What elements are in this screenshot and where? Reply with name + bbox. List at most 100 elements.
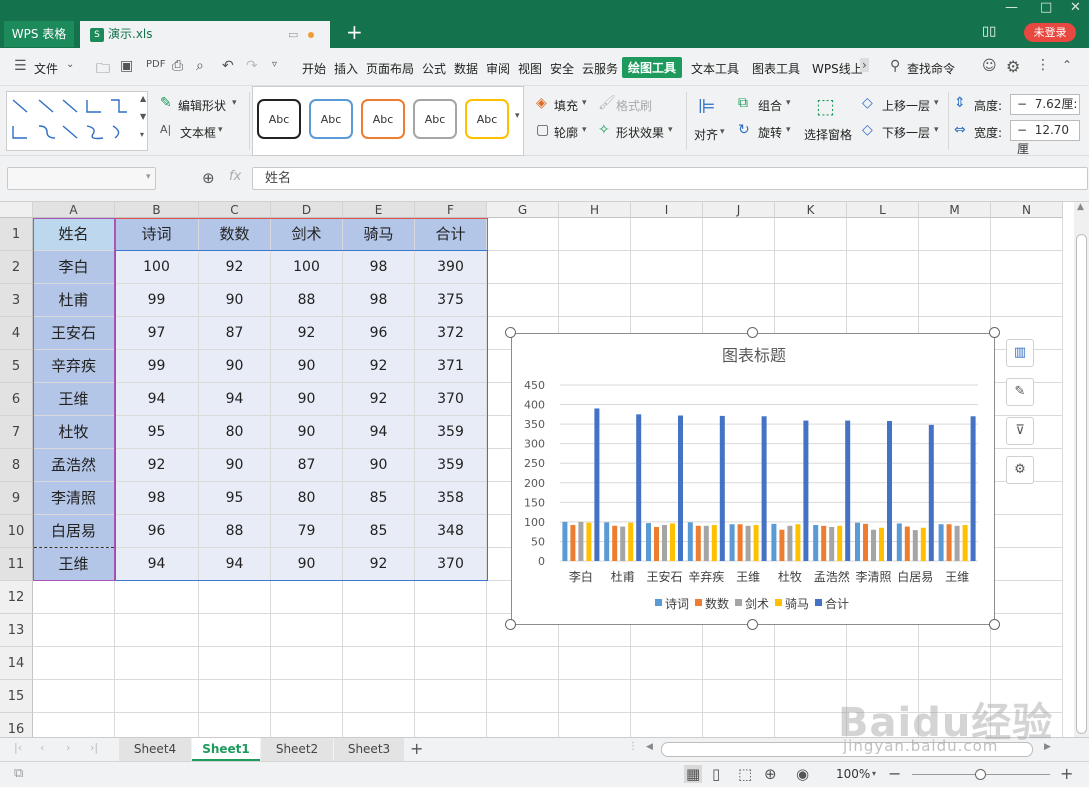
group-button[interactable]: 组合 — [758, 97, 782, 114]
scroll-up-icon[interactable]: ▲ — [140, 94, 146, 103]
bar-数数[interactable] — [612, 525, 618, 561]
column-header[interactable]: G — [487, 202, 559, 218]
menu-item-wps-online[interactable]: WPS线上 — [812, 60, 863, 77]
collapse-ribbon-icon[interactable]: ⌃ — [1062, 58, 1072, 72]
edit-shape-icon[interactable]: ✎ — [160, 95, 172, 111]
sheet-tab-sheet1[interactable]: Sheet1 — [192, 738, 260, 761]
align-icon[interactable]: ⊫ — [698, 94, 715, 118]
row-header[interactable]: 16 — [0, 713, 33, 737]
zoom-dropdown-icon[interactable]: ▾ — [872, 769, 876, 778]
empty-cell[interactable] — [775, 284, 847, 317]
empty-cell[interactable] — [703, 251, 775, 284]
normal-view-icon[interactable]: ▦ — [684, 765, 703, 783]
bar-数数[interactable] — [779, 529, 785, 561]
empty-cell[interactable] — [271, 713, 343, 737]
column-header[interactable]: F — [415, 202, 487, 218]
row-header[interactable]: 1 — [0, 218, 33, 251]
chevron-down-icon[interactable]: ⌄ — [66, 59, 74, 70]
empty-cell[interactable] — [487, 218, 559, 251]
fill-dropdown-icon[interactable]: ▾ — [582, 98, 587, 108]
value-cell[interactable]: 94 — [115, 548, 199, 581]
value-cell[interactable]: 97 — [115, 317, 199, 350]
empty-cell[interactable] — [343, 581, 415, 614]
search-command[interactable]: 查找命令 — [907, 60, 955, 77]
search-icon[interactable]: ⚲ — [890, 58, 900, 74]
value-cell[interactable]: 87 — [199, 317, 271, 350]
chart-filter-icon[interactable]: ⊽ — [1006, 417, 1034, 445]
value-cell[interactable]: 90 — [199, 449, 271, 482]
empty-cell[interactable] — [115, 581, 199, 614]
legend-label[interactable]: 数数 — [705, 596, 729, 611]
row-header[interactable]: 7 — [0, 416, 33, 449]
empty-cell[interactable] — [487, 251, 559, 284]
edit-shape-dropdown-icon[interactable]: ▾ — [232, 98, 237, 108]
rotate-dropdown-icon[interactable]: ▾ — [786, 125, 791, 135]
x-tick-label[interactable]: 王安石 — [646, 569, 682, 584]
value-cell[interactable]: 92 — [271, 317, 343, 350]
empty-cell[interactable] — [559, 251, 631, 284]
column-header[interactable]: N — [991, 202, 1063, 218]
first-sheet-icon[interactable]: |‹ — [14, 741, 22, 754]
bar-剑术[interactable] — [703, 525, 709, 561]
value-cell[interactable]: 98 — [343, 284, 415, 317]
align-dropdown-icon[interactable]: ▾ — [720, 127, 725, 137]
style-gallery-more-icon[interactable]: ▾ — [515, 111, 520, 121]
chart-settings-gear-icon[interactable]: ⚙ — [1006, 456, 1034, 484]
y-tick-label[interactable]: 0 — [538, 555, 545, 568]
column-header[interactable]: C — [199, 202, 271, 218]
app-tab[interactable]: WPS 表格 — [4, 21, 74, 47]
name-cell[interactable]: 杜甫 — [33, 284, 115, 317]
textbox-button[interactable]: 文本框 — [180, 124, 216, 141]
rotate-button[interactable]: 旋转 — [758, 124, 782, 141]
empty-cell[interactable] — [33, 614, 115, 647]
empty-cell[interactable] — [487, 680, 559, 713]
bar-合计[interactable] — [594, 408, 600, 561]
column-header[interactable]: M — [919, 202, 991, 218]
bar-合计[interactable] — [803, 420, 809, 561]
chevron-right-icon[interactable]: › — [860, 58, 869, 72]
width-field[interactable]: − 12.70厘 — [1010, 120, 1080, 156]
empty-cell[interactable] — [271, 614, 343, 647]
bar-数数[interactable] — [654, 526, 659, 561]
value-cell[interactable]: 90 — [271, 416, 343, 449]
value-cell[interactable]: 90 — [199, 350, 271, 383]
bar-合计[interactable] — [761, 416, 767, 561]
bar-诗词[interactable] — [855, 522, 860, 561]
bar-合计[interactable] — [678, 415, 683, 561]
bar-数数[interactable] — [570, 525, 576, 561]
name-cell[interactable]: 王安石 — [33, 317, 115, 350]
value-cell[interactable]: 96 — [343, 317, 415, 350]
menu-item-cloud[interactable]: 云服务 — [582, 60, 618, 77]
group-icon[interactable]: ⧉ — [738, 95, 748, 111]
value-cell[interactable]: 370 — [415, 548, 487, 581]
empty-cell[interactable] — [991, 482, 1063, 515]
name-cell[interactable]: 孟浩然 — [33, 449, 115, 482]
fill-button[interactable]: 填充 — [554, 97, 578, 114]
bar-剑术[interactable] — [620, 526, 626, 561]
empty-cell[interactable] — [487, 713, 559, 737]
column-header[interactable]: I — [631, 202, 703, 218]
selection-pane-icon[interactable]: ⬚ — [816, 94, 835, 118]
send-backward-icon[interactable]: ◇ — [862, 122, 873, 138]
menu-item-page-layout[interactable]: 页面布局 — [366, 60, 414, 77]
value-cell[interactable]: 359 — [415, 449, 487, 482]
value-cell[interactable]: 85 — [343, 482, 415, 515]
legend-label[interactable]: 合计 — [825, 596, 849, 611]
empty-cell[interactable] — [991, 515, 1063, 548]
empty-cell[interactable] — [775, 713, 847, 737]
vertical-scroll-thumb[interactable] — [1076, 234, 1087, 734]
menu-item-formula[interactable]: 公式 — [422, 60, 446, 77]
name-box[interactable]: ▾ — [7, 167, 156, 190]
bar-诗词[interactable] — [687, 522, 693, 561]
save-icon[interactable]: ▣ — [120, 58, 133, 74]
bring-forward-icon[interactable]: ◇ — [862, 95, 873, 111]
name-cell[interactable]: 白居易 — [33, 515, 115, 548]
menu-item-text-tools[interactable]: 文本工具 — [691, 60, 739, 77]
monitor-icon[interactable]: ▭ — [288, 21, 298, 48]
tab-splitter-icon[interactable]: ⋮ — [628, 741, 638, 752]
bar-诗词[interactable] — [938, 524, 944, 561]
x-tick-label[interactable]: 杜牧 — [778, 569, 802, 584]
header-cell[interactable]: 骑马 — [343, 218, 415, 251]
column-header[interactable]: D — [271, 202, 343, 218]
shape-effect-button[interactable]: 形状效果 — [616, 124, 664, 141]
